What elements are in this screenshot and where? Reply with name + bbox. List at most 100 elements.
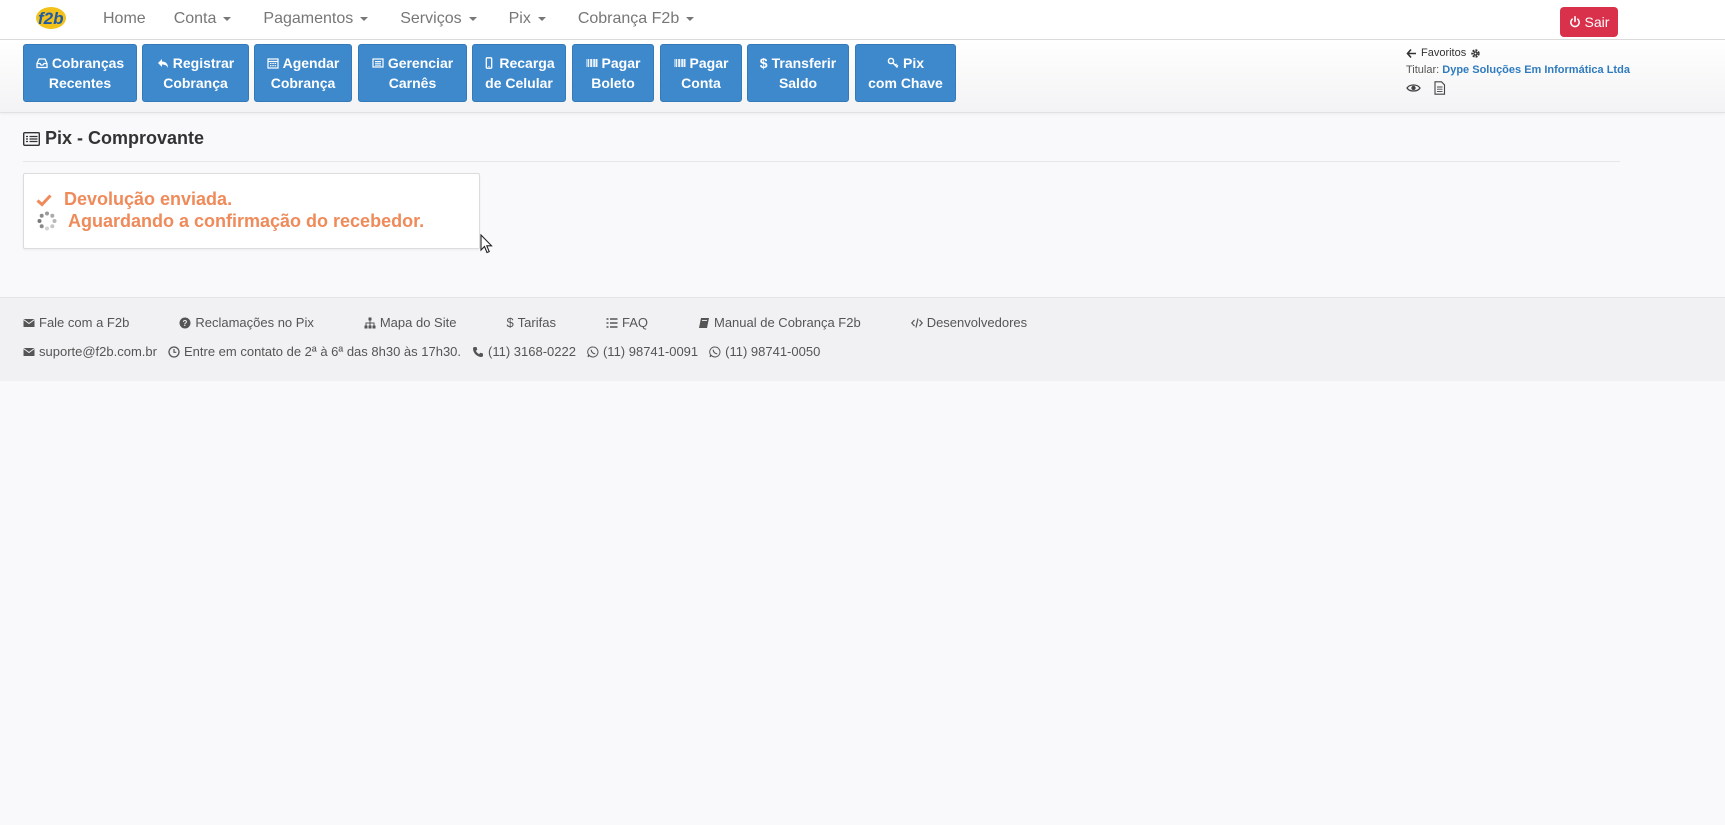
- nav-cobranca-f2b[interactable]: Cobrança F2b: [577, 10, 695, 28]
- whatsapp-icon: [587, 346, 599, 357]
- clock-icon: [168, 345, 180, 358]
- nav-servicos[interactable]: Serviços: [400, 10, 477, 28]
- footer-hours: Entre em contato de 2ª à 6ª das 8h30 às …: [168, 344, 461, 359]
- button-label-line2: Recentes: [48, 75, 112, 91]
- envelope-icon: [23, 347, 35, 356]
- footer: Fale com a F2b ? Reclamações no Pix Mapa…: [0, 297, 1725, 381]
- caret-down-icon: [223, 17, 232, 21]
- footer-link-label: Reclamações no Pix: [195, 315, 314, 330]
- mouse-cursor-icon: [480, 234, 493, 254]
- button-label-line2: de Celular: [485, 75, 553, 91]
- button-label-line2: Boleto: [591, 75, 635, 91]
- nav-pix[interactable]: Pix: [509, 10, 546, 28]
- nav-conta[interactable]: Conta: [174, 10, 232, 28]
- footer-email-text: suporte@f2b.com.br: [39, 344, 157, 359]
- footer-phone[interactable]: (11) 3168-0222: [472, 344, 576, 359]
- whatsapp-icon: [709, 346, 721, 357]
- f2b-logo[interactable]: f2b: [34, 3, 68, 31]
- registrar-cobranca-button[interactable]: Registrar Cobrança: [142, 44, 249, 102]
- barcode-icon: [674, 57, 686, 69]
- arrow-left-icon[interactable]: [1406, 48, 1417, 59]
- button-label-line1: Gerenciar: [387, 55, 454, 71]
- svg-text:f2b: f2b: [38, 9, 64, 28]
- button-label-line2: Carnês: [388, 75, 437, 91]
- check-icon: [36, 193, 52, 207]
- button-label-line1: Transferir: [771, 55, 837, 71]
- title-divider: [23, 161, 1620, 162]
- sitemap-icon: [364, 317, 376, 328]
- pagar-boleto-button[interactable]: Pagar Boleto: [572, 44, 654, 102]
- button-label-line1: Cobranças: [51, 55, 125, 71]
- footer-whatsapp-1-text: (11) 98741-0091: [602, 344, 699, 359]
- status-panel: Devolução enviada. Aguardando a confirma…: [23, 173, 480, 249]
- nav-pix-label: Pix: [508, 10, 531, 27]
- button-label-line1: Recarga: [499, 55, 555, 71]
- list-alt-icon: [372, 57, 384, 69]
- mobile-icon: [483, 57, 495, 69]
- footer-link-tarifas[interactable]: $ Tarifas: [506, 315, 556, 330]
- gerenciar-carnes-button[interactable]: Gerenciar Carnês: [358, 44, 467, 102]
- book-icon: [698, 317, 709, 328]
- action-toolbar: Cobranças Recentes Registrar Cobrança Ag…: [0, 40, 1725, 113]
- nav-conta-label: Conta: [173, 10, 217, 27]
- footer-link-manual[interactable]: Manual de Cobrança F2b: [698, 315, 861, 330]
- spinner-icon: [37, 211, 57, 231]
- button-label-line1: Pagar: [689, 55, 729, 71]
- recarga-celular-button[interactable]: Recarga de Celular: [472, 44, 566, 102]
- caret-down-icon: [686, 17, 695, 21]
- svg-text:?: ?: [183, 319, 188, 328]
- footer-link-mapa[interactable]: Mapa do Site: [364, 315, 457, 330]
- footer-link-label: Fale com a F2b: [39, 315, 130, 330]
- nav-cobranca-f2b-label: Cobrança F2b: [577, 10, 680, 27]
- envelope-icon: [23, 318, 35, 327]
- button-label-line2: com Chave: [868, 75, 943, 91]
- button-label-line1: Agendar: [282, 55, 340, 71]
- footer-link-reclamacoes[interactable]: ? Reclamações no Pix: [179, 315, 314, 330]
- logout-button[interactable]: Sair: [1560, 7, 1618, 37]
- favorites-panel: Favoritos Titular: Dype Soluções Em Info…: [1406, 46, 1706, 95]
- footer-link-faq[interactable]: FAQ: [606, 315, 648, 330]
- agendar-cobranca-button[interactable]: Agendar Cobrança: [254, 44, 352, 102]
- footer-link-label: Tarifas: [517, 315, 556, 330]
- footer-link-label: FAQ: [621, 315, 648, 330]
- favorites-label[interactable]: Favoritos: [1421, 47, 1466, 59]
- pagar-conta-button[interactable]: Pagar Conta: [660, 44, 742, 102]
- footer-hours-text: Entre em contato de 2ª à 6ª das 8h30 às …: [183, 344, 462, 359]
- pix-com-chave-button[interactable]: Pix com Chave: [855, 44, 956, 102]
- status-sent-text: Devolução enviada.: [64, 189, 233, 209]
- titular-label: Titular:: [1406, 64, 1440, 76]
- footer-link-fale-com[interactable]: Fale com a F2b: [23, 315, 129, 330]
- footer-link-desenvolvedores[interactable]: Desenvolvedores: [910, 315, 1027, 330]
- list-alt-icon: [23, 131, 40, 146]
- caret-down-icon: [468, 17, 477, 21]
- eye-icon[interactable]: [1406, 81, 1421, 95]
- button-label-line2: Cobrança: [163, 75, 228, 91]
- code-icon: [910, 317, 923, 328]
- main-menu: Home Conta Pagamentos Serviços Pix Cobra…: [90, 0, 726, 38]
- button-label-line1: Pagar: [601, 55, 641, 71]
- footer-contacts: suporte@f2b.com.br Entre em contato de 2…: [23, 344, 831, 359]
- button-label-line2: Cobrança: [270, 75, 336, 91]
- gear-icon[interactable]: [1470, 48, 1481, 59]
- nav-home[interactable]: Home: [103, 10, 146, 28]
- caret-down-icon: [537, 17, 546, 21]
- status-waiting-text: Aguardando a confirmação do recebedor.: [68, 210, 425, 231]
- footer-whatsapp-1[interactable]: (11) 98741-0091: [587, 344, 698, 359]
- footer-link-label: Mapa do Site: [379, 315, 457, 330]
- nav-servicos-label: Serviços: [400, 10, 462, 27]
- footer-whatsapp-2[interactable]: (11) 98741-0050: [709, 344, 820, 359]
- nav-home-label: Home: [103, 10, 146, 27]
- dollar-icon: $: [506, 315, 514, 330]
- power-icon: [1569, 16, 1580, 28]
- page-title-text: Pix - Comprovante: [45, 128, 205, 148]
- titular-name-link[interactable]: Dype Soluções Em Informática Ltda: [1442, 64, 1630, 76]
- transferir-saldo-button[interactable]: $ Transferir Saldo: [747, 44, 849, 102]
- cobrancas-recentes-button[interactable]: Cobranças Recentes: [23, 44, 137, 102]
- document-icon[interactable]: [1432, 81, 1447, 95]
- button-label-line1: Pix: [902, 55, 924, 71]
- barcode-icon: [586, 57, 598, 69]
- inbox-icon: [36, 57, 48, 69]
- nav-pagamentos[interactable]: Pagamentos: [263, 10, 369, 28]
- footer-email[interactable]: suporte@f2b.com.br: [23, 344, 157, 359]
- footer-link-label: Manual de Cobrança F2b: [713, 315, 861, 330]
